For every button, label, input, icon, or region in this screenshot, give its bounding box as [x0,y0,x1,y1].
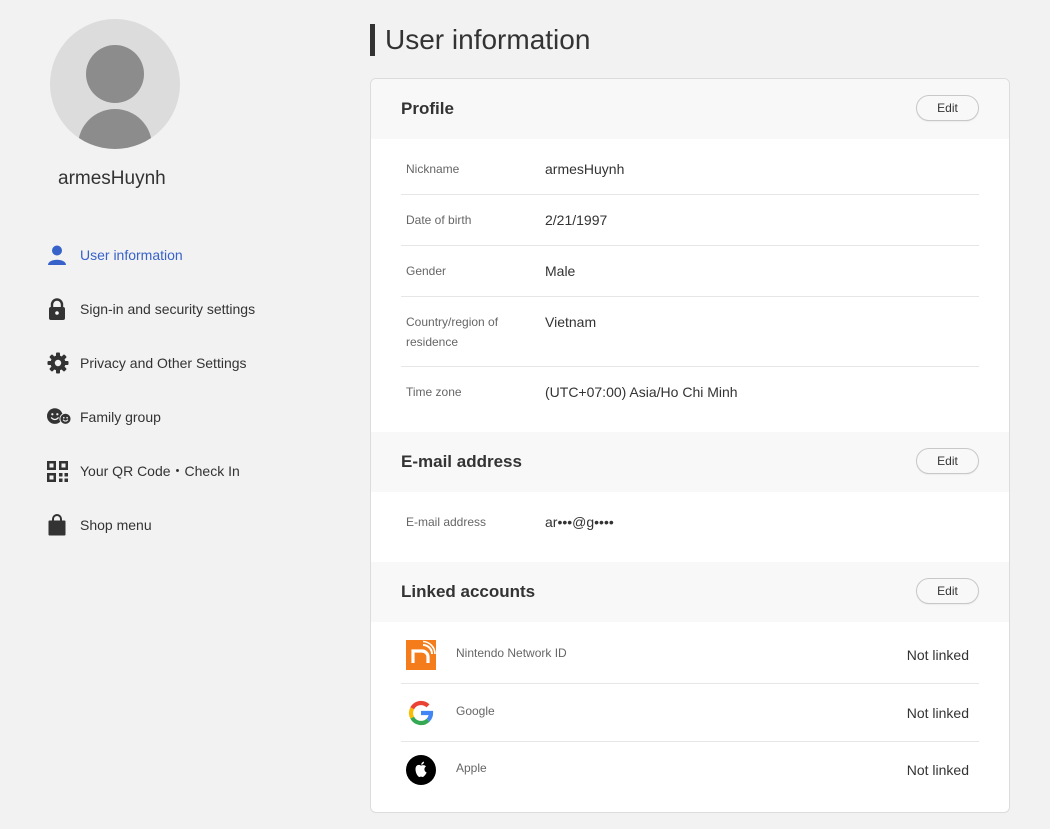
linked-account-apple: Apple Not linked [401,741,979,798]
sidebar-item-label: Family group [80,409,161,425]
shopping-bag-icon [47,513,71,537]
profile-row-country: Country/region of residence Vietnam [401,297,979,367]
sidebar-item-qr-code[interactable]: Your QR Code・Check In [47,444,327,498]
user-icon [47,243,71,267]
row-label: E-mail address [406,515,487,529]
avatar [50,19,180,149]
gear-icon [47,351,71,375]
sidebar-item-user-information[interactable]: User information [47,228,327,282]
row-label: Time zone [406,385,462,399]
sidebar-item-privacy-settings[interactable]: Privacy and Other Settings [47,336,327,390]
username: armesHuynh [58,168,166,189]
linked-account-status: Not linked [906,647,969,663]
row-value: (UTC+07:00) Asia/Ho Chi Minh [545,384,738,400]
apple-icon [406,755,436,785]
page-title: User information [385,24,591,55]
sidebar-item-sign-in-security[interactable]: Sign-in and security settings [47,282,327,336]
row-value: armesHuynh [545,161,625,177]
linked-account-name: Google [456,704,495,718]
nintendo-network-icon [406,640,436,670]
email-section-header: E-mail address Edit [371,432,1009,492]
linked-account-status: Not linked [906,762,969,778]
sidebar-item-label: Sign-in and security settings [80,301,256,317]
linked-account-status: Not linked [906,705,969,721]
linked-accounts-section-title: Linked accounts [401,582,536,601]
email-row: E-mail address ar•••@g•••• [401,492,979,562]
google-icon [406,698,436,728]
sidebar-item-label: User information [80,247,183,263]
profile-section-title: Profile [401,99,454,118]
linked-account-google: Google Not linked [401,684,979,742]
avatar-body [78,109,152,149]
linked-accounts-edit-button[interactable]: Edit [916,578,979,604]
row-value: Male [545,263,576,279]
title-accent-bar [370,24,375,56]
sidebar-item-label: Privacy and Other Settings [80,355,247,371]
row-value: Vietnam [545,314,597,330]
user-info-card: Profile Edit Nickname armesHuynh Date of… [370,78,1010,813]
email-value: ar•••@g•••• [545,514,614,530]
sidebar-item-family-group[interactable]: Family group [47,390,327,444]
sidebar-item-label: Your QR Code・Check In [80,463,240,479]
row-label: Date of birth [406,213,472,227]
profile-section-header: Profile Edit [371,79,1009,139]
family-icon [47,405,71,429]
row-value: 2/21/1997 [545,212,608,228]
row-label: Nickname [406,162,460,176]
profile-row-date-of-birth: Date of birth 2/21/1997 [401,195,979,246]
sidebar-item-label: Shop menu [80,517,152,533]
profile-row-time-zone: Time zone (UTC+07:00) Asia/Ho Chi Minh [401,367,979,427]
avatar-head [86,45,144,103]
qr-code-icon [47,459,71,483]
email-section-title: E-mail address [401,452,522,471]
profile-edit-button[interactable]: Edit [916,95,979,121]
lock-icon [47,297,71,321]
sidebar-nav: User information Sign-in and security se… [47,228,327,552]
email-edit-button[interactable]: Edit [916,448,979,474]
linked-account-name: Apple [456,761,487,775]
sidebar: armesHuynh User information Sign-in and … [0,0,330,829]
linked-account-nintendo: Nintendo Network ID Not linked [401,626,979,684]
sidebar-item-shop-menu[interactable]: Shop menu [47,498,327,552]
linked-accounts-section-header: Linked accounts Edit [371,562,1009,622]
linked-account-name: Nintendo Network ID [456,646,567,660]
page-title-block: User information [370,24,590,56]
row-label: Country/region of residence [406,315,499,349]
row-label: Gender [406,264,447,278]
profile-row-nickname: Nickname armesHuynh [401,139,979,195]
profile-row-gender: Gender Male [401,246,979,297]
